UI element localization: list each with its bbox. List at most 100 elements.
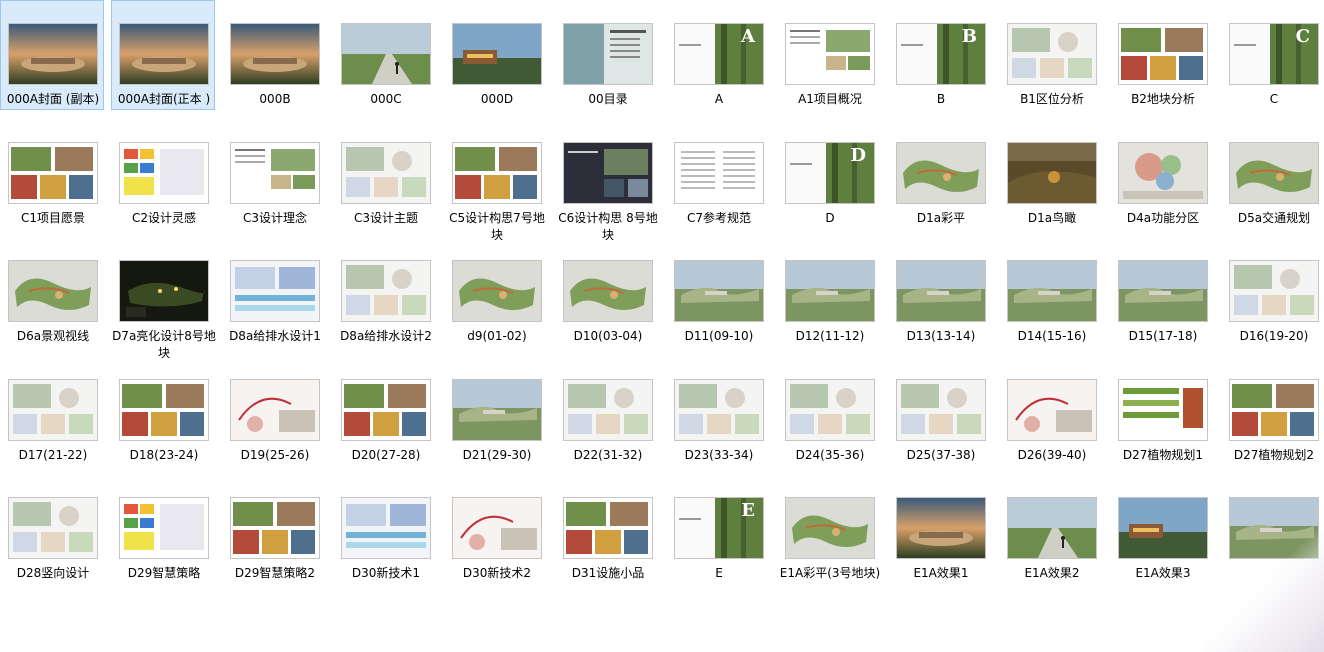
file-item[interactable]: CC <box>1221 0 1324 112</box>
file-item[interactable]: D6a景观视线 <box>0 237 104 349</box>
file-thumbnail <box>341 141 431 204</box>
file-item[interactable]: D12(11-12) <box>777 237 881 349</box>
file-item[interactable]: 000C <box>333 0 437 112</box>
file-item[interactable]: D30新技术1 <box>333 474 437 586</box>
file-thumbnail <box>785 23 875 85</box>
file-name-label: C3设计理念 <box>242 210 307 225</box>
file-item[interactable]: D15(17-18) <box>1110 237 1214 349</box>
file-item[interactable]: D10(03-04) <box>555 237 659 349</box>
file-item[interactable]: D22(31-32) <box>555 356 659 468</box>
file-item[interactable]: 000A封面(正本 ) <box>111 0 215 110</box>
file-item[interactable]: D29智慧策略 <box>111 474 215 586</box>
file-item[interactable]: B2地块分析 <box>1110 0 1214 112</box>
svg-text:E: E <box>741 500 755 521</box>
file-item[interactable]: D14(15-16) <box>999 237 1103 349</box>
svg-text:C: C <box>1296 26 1310 47</box>
file-item[interactable]: d9(01-02) <box>444 237 548 349</box>
file-item[interactable]: D4a功能分区 <box>1110 119 1214 231</box>
file-thumbnail <box>896 260 986 322</box>
file-name-label: D17(21-22) <box>18 447 88 462</box>
svg-text:A: A <box>740 26 756 47</box>
file-thumbnail <box>230 497 320 559</box>
file-item[interactable]: D23(33-34) <box>666 356 770 468</box>
file-item[interactable]: D27植物规划1 <box>1110 356 1214 468</box>
file-name-label: d9(01-02) <box>467 329 527 343</box>
file-item[interactable]: D8a给排水设计2 <box>333 237 437 349</box>
file-item[interactable]: D21(29-30) <box>444 356 548 468</box>
file-thumbnail <box>230 260 320 322</box>
file-item[interactable]: C2设计灵感 <box>111 119 215 231</box>
file-item[interactable]: 00目录 <box>555 0 659 112</box>
file-name-label: D20(27-28) <box>351 447 421 462</box>
file-item[interactable]: 000A封面 (副本) <box>0 0 104 110</box>
file-thumbnail <box>563 23 653 85</box>
file-item[interactable]: C5设计构思7号地块 <box>444 119 548 242</box>
file-item[interactable]: D8a给排水设计1 <box>222 237 326 349</box>
file-item[interactable]: D1a鸟瞰 <box>999 119 1103 231</box>
file-thumbnail <box>1118 260 1208 322</box>
file-thumbnail <box>8 497 98 559</box>
file-item[interactable]: D1a彩平 <box>888 119 992 231</box>
file-name-label: D10(03-04) <box>573 329 643 343</box>
file-name-label: A <box>714 92 724 106</box>
file-item[interactable]: E1A效果3 <box>1110 474 1214 586</box>
file-item[interactable]: 000B <box>222 0 326 112</box>
file-name-label: C1项目愿景 <box>20 210 85 225</box>
file-thumbnail <box>785 260 875 322</box>
file-thumbnail <box>563 260 653 322</box>
file-item[interactable]: D20(27-28) <box>333 356 437 468</box>
file-name-label: D21(29-30) <box>462 447 532 462</box>
file-name-label: D6a景观视线 <box>16 329 90 343</box>
file-item[interactable]: D31设施小品 <box>555 474 659 586</box>
file-item[interactable]: D28竖向设计 <box>0 474 104 586</box>
file-name-label: D28竖向设计 <box>16 566 90 580</box>
file-item[interactable]: EE <box>666 474 770 586</box>
file-item[interactable]: D25(37-38) <box>888 356 992 468</box>
file-item[interactable]: D29智慧策略2 <box>222 474 326 586</box>
file-thumbnail <box>896 497 986 559</box>
file-item[interactable]: C6设计构思 8号地块 <box>555 119 659 242</box>
file-item[interactable]: D19(25-26) <box>222 356 326 468</box>
file-item[interactable]: D27植物规划2 <box>1221 356 1324 468</box>
file-item[interactable]: AA <box>666 0 770 112</box>
file-item[interactable]: E1A彩平(3号地块) <box>777 474 881 586</box>
file-name-label: 000A封面(正本 ) <box>117 92 211 106</box>
file-item[interactable]: D24(35-36) <box>777 356 881 468</box>
file-item[interactable]: D5a交通规划 <box>1221 119 1324 231</box>
file-name-label: D30新技术2 <box>462 566 532 580</box>
file-item[interactable]: D7a亮化设计8号地块 <box>111 237 216 360</box>
file-name-label: E1A效果1 <box>913 566 969 580</box>
file-name-label: D1a鸟瞰 <box>1027 210 1077 225</box>
file-item[interactable]: B1区位分析 <box>999 0 1103 112</box>
file-item[interactable]: E1A效果2 <box>999 474 1103 586</box>
file-thumbnail <box>8 141 98 204</box>
file-thumbnail <box>896 378 986 441</box>
file-thumbnail <box>674 378 764 441</box>
file-thumbnail <box>230 141 320 204</box>
file-name-label: D11(09-10) <box>684 329 754 343</box>
file-item[interactable]: D17(21-22) <box>0 356 104 468</box>
file-thumbnail: C <box>1229 23 1319 85</box>
file-item[interactable]: D18(23-24) <box>111 356 215 468</box>
file-item[interactable]: D11(09-10) <box>666 237 770 349</box>
file-item[interactable]: DD <box>777 119 881 231</box>
file-item[interactable]: D13(13-14) <box>888 237 992 349</box>
file-name-label: D29智慧策略2 <box>234 566 316 580</box>
file-item[interactable]: C7参考规范 <box>666 119 770 231</box>
file-item[interactable]: BB <box>888 0 992 112</box>
file-name-label: D8a给排水设计1 <box>229 329 321 343</box>
file-item[interactable]: C3设计理念 <box>222 119 326 231</box>
file-thumbnail <box>1007 23 1097 85</box>
file-thumbnail <box>1118 378 1208 441</box>
file-item[interactable]: 000D <box>444 0 548 112</box>
file-item[interactable]: A1项目概况 <box>777 0 881 112</box>
file-item[interactable]: E1A效果1 <box>888 474 992 586</box>
file-item[interactable]: C3设计主题 <box>333 119 437 231</box>
file-thumbnail <box>785 378 875 441</box>
file-name-label: 00目录 <box>588 92 628 106</box>
file-thumbnail <box>1007 141 1097 204</box>
file-item[interactable]: D26(39-40) <box>999 356 1103 468</box>
file-item[interactable]: C1项目愿景 <box>0 119 104 231</box>
file-item[interactable]: D30新技术2 <box>444 474 548 586</box>
file-item[interactable]: D16(19-20) <box>1221 237 1324 349</box>
